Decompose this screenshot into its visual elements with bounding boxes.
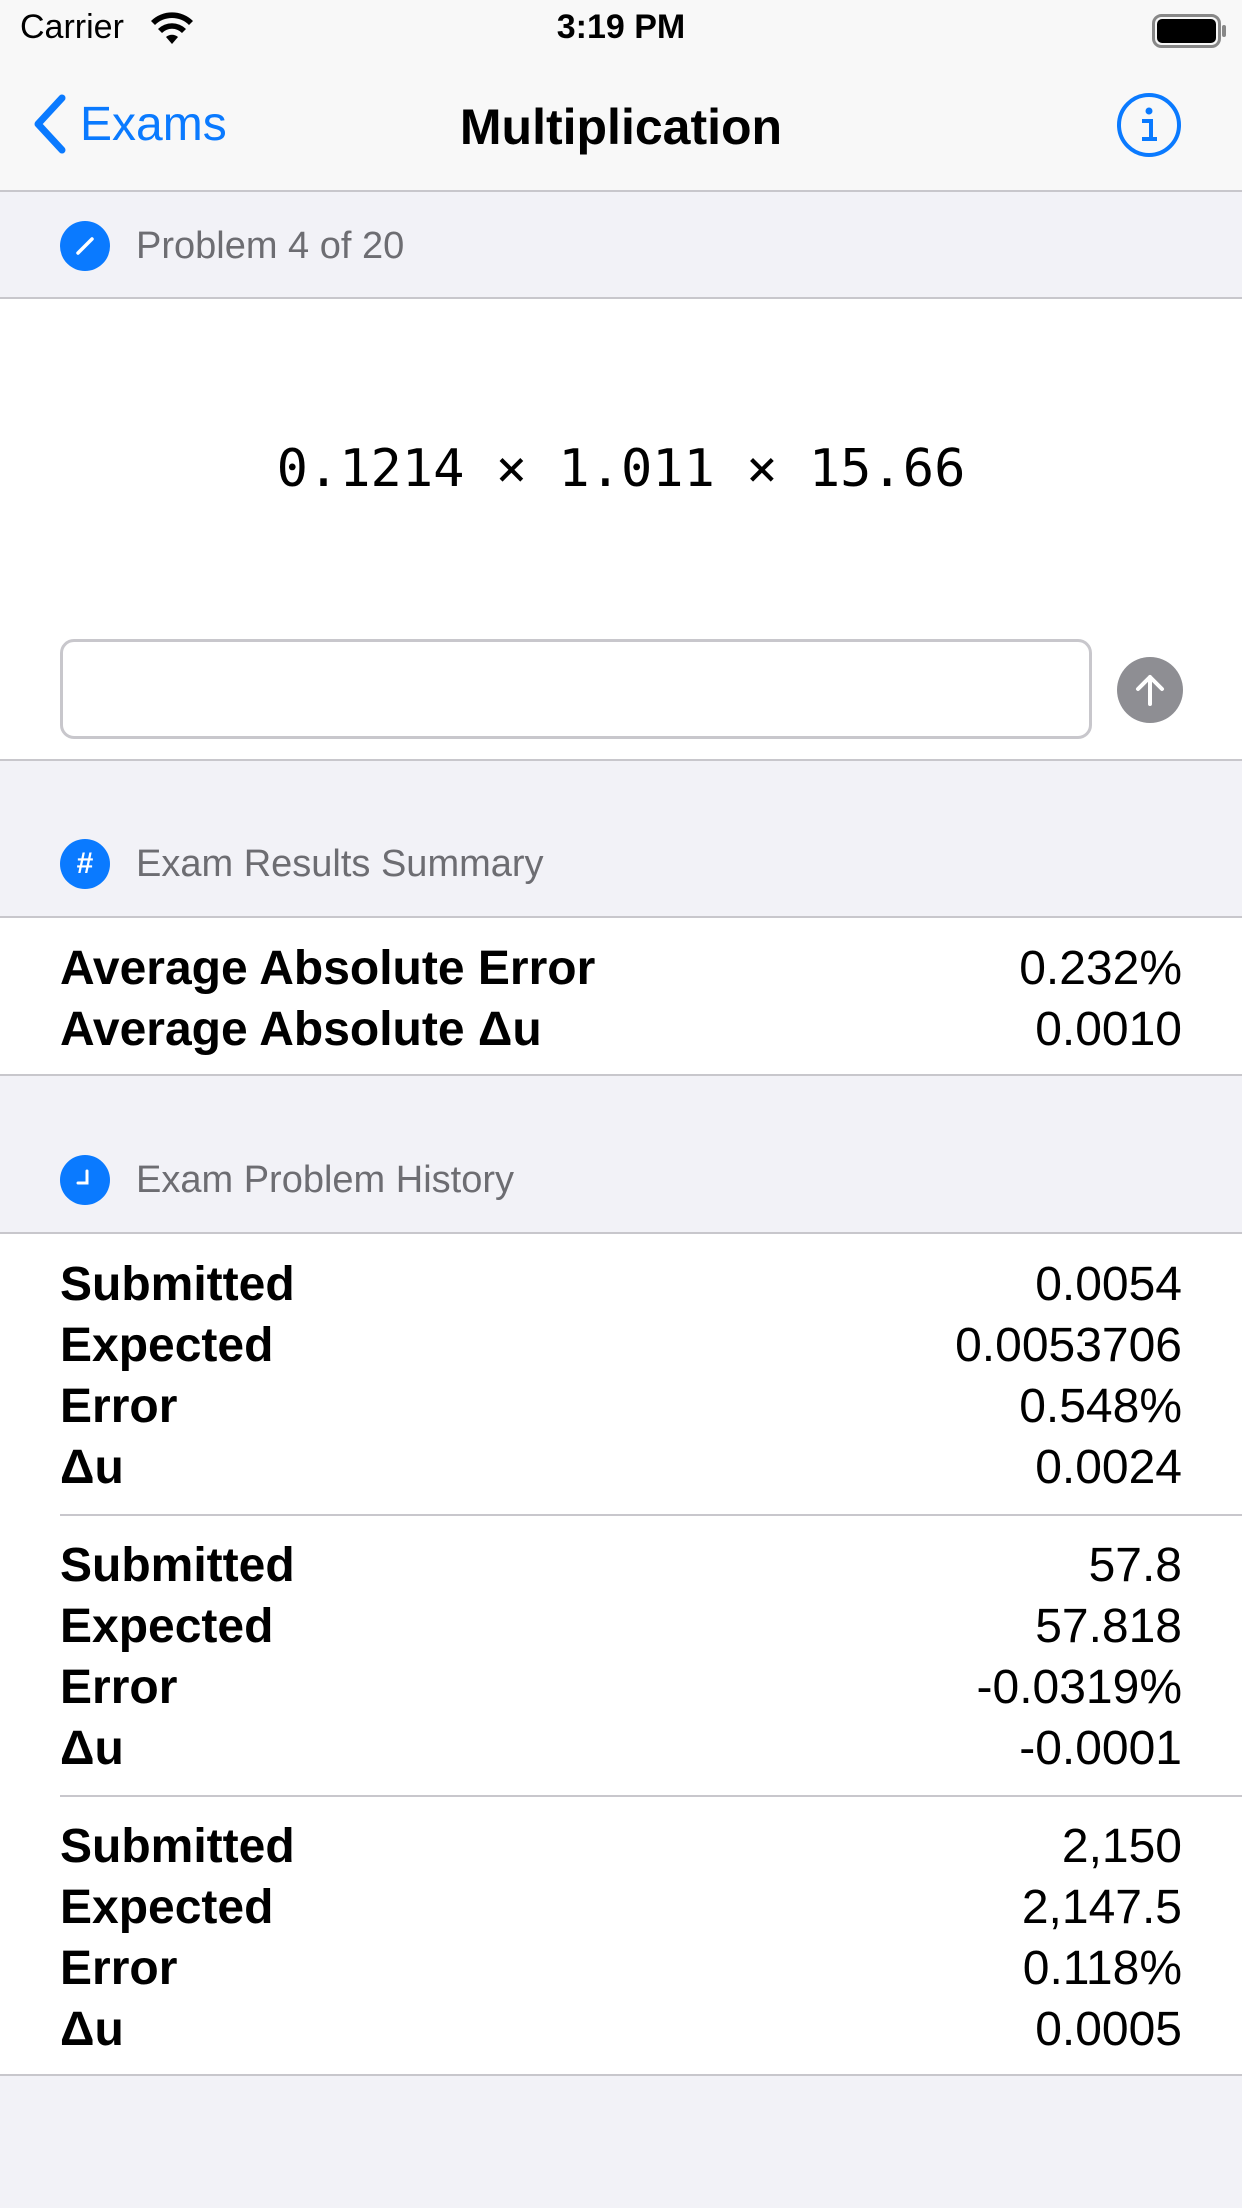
field-value: 57.818	[1035, 1600, 1182, 1653]
history-row-error: Error -0.0319%	[60, 1657, 1182, 1718]
submit-button[interactable]	[1117, 657, 1183, 723]
field-value: 0.0053706	[955, 1319, 1182, 1372]
number-sign-icon: #	[60, 839, 110, 889]
battery-icon	[1152, 14, 1226, 48]
field-label: Error	[60, 1942, 178, 1995]
field-label: Submitted	[60, 1820, 295, 1873]
field-label: Δu	[60, 1441, 124, 1494]
field-label: Expected	[60, 1319, 274, 1372]
problem-section-header: Problem 4 of 20	[0, 194, 1242, 298]
navigation-bar: Exams Multiplication	[0, 60, 1242, 192]
history-row-submitted: Submitted 57.8	[60, 1535, 1182, 1596]
field-value: -0.0001	[1019, 1722, 1182, 1775]
status-time: 3:19 PM	[556, 8, 686, 46]
history-row-delta-u: Δu 0.0005	[60, 1999, 1182, 2060]
summary-row-average-delta-u: Average Absolute Δu 0.0010	[60, 999, 1182, 1060]
history-row-submitted: Submitted 0.0054	[60, 1254, 1182, 1315]
field-label: Error	[60, 1380, 178, 1433]
field-label: Δu	[60, 1722, 124, 1775]
arrow-up-icon	[1136, 675, 1164, 706]
field-value: 2,147.5	[1021, 1881, 1182, 1934]
divider	[60, 1795, 1242, 1797]
history-row-error: Error 0.548%	[60, 1376, 1182, 1437]
field-value: 0.118%	[1022, 1942, 1182, 1995]
field-label: Submitted	[60, 1539, 295, 1592]
field-label: Expected	[60, 1881, 274, 1934]
summary-section-header: # Exam Results Summary	[0, 812, 1242, 916]
field-label: Δu	[60, 2003, 124, 2056]
summary-card: Average Absolute Error 0.232% Average Ab…	[0, 916, 1242, 1076]
summary-value: 0.232%	[1019, 942, 1182, 995]
summary-label: Average Absolute Δu	[60, 1003, 542, 1056]
problem-header-label: Problem 4 of 20	[136, 224, 405, 267]
field-value: 57.8	[1088, 1539, 1182, 1592]
field-label: Expected	[60, 1600, 274, 1653]
summary-header-label: Exam Results Summary	[136, 842, 544, 885]
summary-label: Average Absolute Error	[60, 942, 596, 995]
problem-card: 0.1214 × 1.011 × 15.66	[0, 297, 1242, 761]
history-header-label: Exam Problem History	[136, 1158, 514, 1201]
history-row-submitted: Submitted 2,150	[60, 1816, 1182, 1877]
summary-row-average-error: Average Absolute Error 0.232%	[60, 938, 1182, 999]
field-value: 0.548%	[1019, 1380, 1182, 1433]
history-card: Submitted 0.0054 Expected 0.0053706 Erro…	[0, 1232, 1242, 2076]
page-title: Multiplication	[459, 99, 783, 155]
pencil-icon	[60, 221, 110, 271]
answer-input[interactable]	[60, 639, 1092, 739]
problem-expression: 0.1214 × 1.011 × 15.66	[276, 439, 966, 499]
history-row-expected: Expected 57.818	[60, 1596, 1182, 1657]
field-label: Submitted	[60, 1258, 295, 1311]
clock-icon	[60, 1155, 110, 1205]
field-value: 2,150	[1061, 1820, 1182, 1873]
status-bar: Carrier 3:19 PM	[0, 0, 1242, 60]
history-row-delta-u: Δu 0.0024	[60, 1437, 1182, 1498]
field-label: Error	[60, 1661, 178, 1714]
history-row-error: Error 0.118%	[60, 1938, 1182, 1999]
field-value: 0.0024	[1035, 1441, 1182, 1494]
divider	[60, 1514, 1242, 1516]
history-row-expected: Expected 0.0053706	[60, 1315, 1182, 1376]
history-row-delta-u: Δu -0.0001	[60, 1718, 1182, 1779]
history-section-header: Exam Problem History	[0, 1128, 1242, 1232]
field-value: -0.0319%	[976, 1661, 1182, 1714]
summary-value: 0.0010	[1035, 1003, 1182, 1056]
field-value: 0.0054	[1035, 1258, 1182, 1311]
field-value: 0.0005	[1035, 2003, 1182, 2056]
history-row-expected: Expected 2,147.5	[60, 1877, 1182, 1938]
info-circle-icon[interactable]	[1116, 92, 1182, 158]
